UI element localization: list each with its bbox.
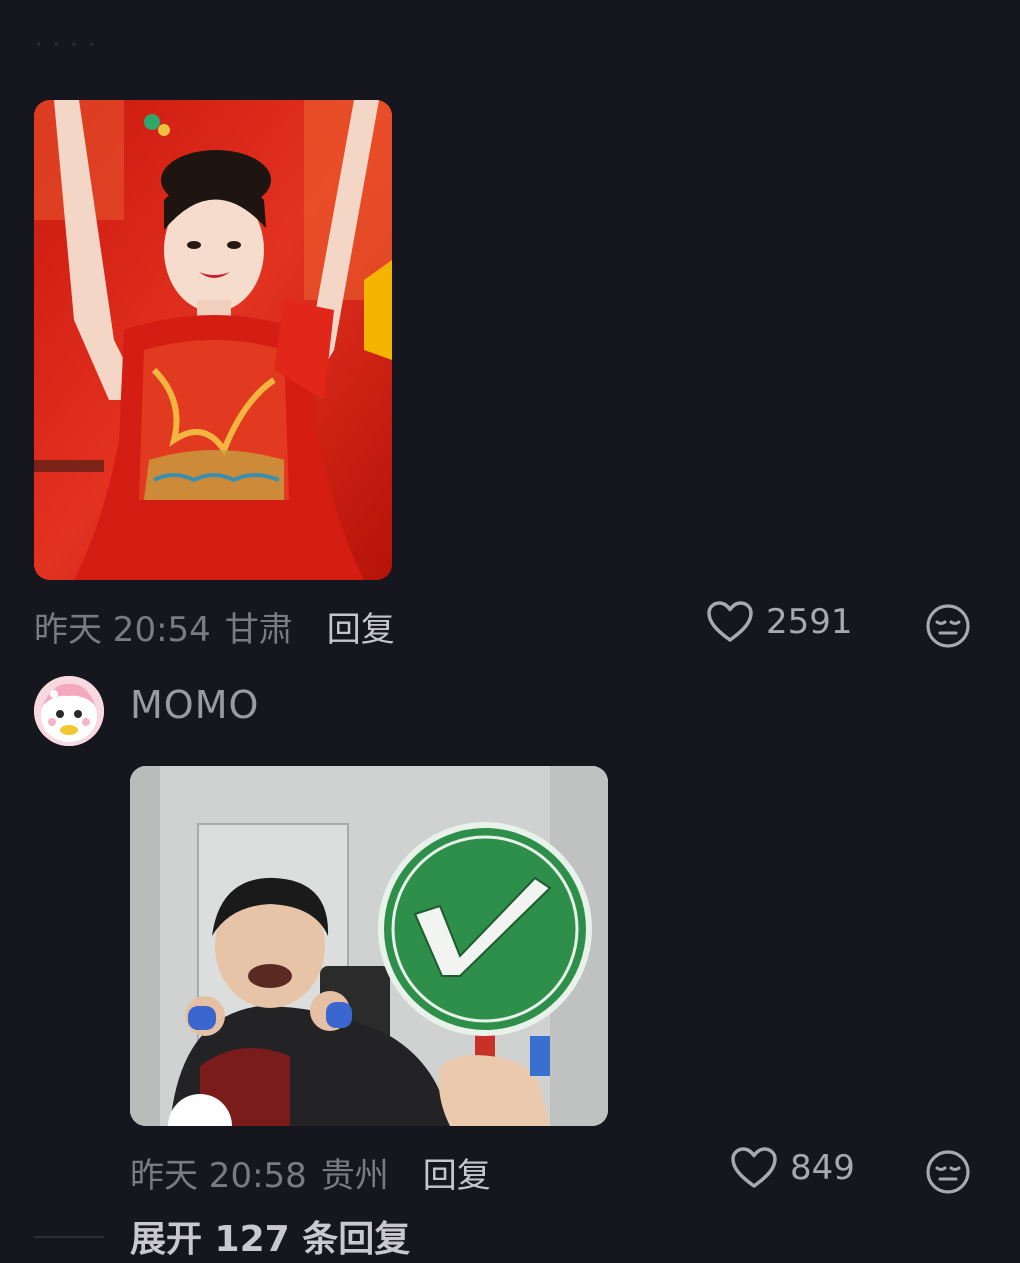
like-button[interactable]: 849 (730, 1146, 855, 1190)
comment-meta-1: 昨天 20:54 甘肃 回复 (34, 602, 395, 651)
comment-time: 昨天 20:54 (34, 610, 211, 650)
comment-meta-2: 昨天 20:58 贵州 回复 (130, 1148, 491, 1197)
reply-button[interactable]: 回复 (327, 602, 395, 651)
like-count: 849 (790, 1148, 855, 1188)
man-with-checkmark-sign-photo (130, 766, 608, 1126)
reply-button[interactable]: 回复 (423, 1148, 491, 1197)
like-button[interactable]: 2591 (706, 600, 853, 644)
comment-location: 甘肃 (224, 610, 293, 650)
expand-divider (34, 1236, 104, 1238)
comment-image-red-dress[interactable] (34, 100, 392, 580)
heart-outline-icon (707, 601, 753, 642)
comment-location: 贵州 (320, 1156, 389, 1196)
cut-off-text: · · · · (34, 28, 97, 61)
avatar[interactable] (34, 676, 104, 746)
cartoon-avatar-image (34, 676, 104, 746)
red-dress-photo (34, 100, 392, 580)
dislike-button[interactable] (924, 602, 972, 654)
meh-face-icon (926, 1150, 970, 1194)
expand-replies-button[interactable]: 展开 127 条回复 (130, 1210, 410, 1262)
dislike-button[interactable] (924, 1148, 972, 1200)
comment-time: 昨天 20:58 (130, 1156, 307, 1196)
comment-image-checkmark-sign[interactable] (130, 766, 608, 1126)
username[interactable]: MOMO (130, 683, 259, 727)
heart-outline-icon (731, 1147, 777, 1188)
meh-face-icon (926, 604, 970, 648)
like-count: 2591 (766, 602, 853, 642)
